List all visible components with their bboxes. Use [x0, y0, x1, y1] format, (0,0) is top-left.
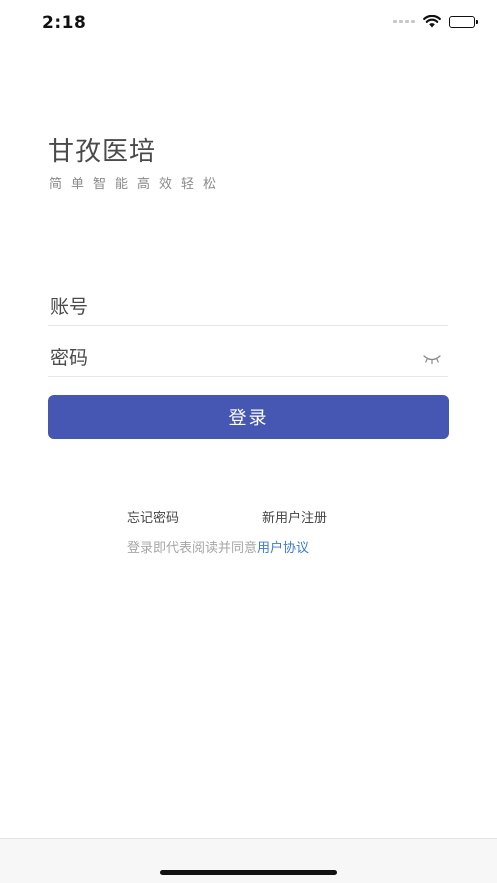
- password-field-container: [48, 340, 448, 377]
- register-link[interactable]: 新用户注册: [262, 507, 327, 526]
- signal-icon: [393, 20, 415, 23]
- app-subtitle: 简单智能高效轻松: [49, 177, 226, 192]
- app-title: 甘孜医培: [48, 137, 157, 167]
- username-input[interactable]: [48, 289, 410, 325]
- status-time: 2:18: [42, 13, 87, 33]
- status-icons: [393, 15, 478, 28]
- status-bar: 2:18: [0, 0, 497, 48]
- login-button[interactable]: 登录: [48, 395, 449, 439]
- forgot-password-link[interactable]: 忘记密码: [127, 507, 179, 526]
- home-indicator[interactable]: [160, 870, 337, 875]
- agreement-text: 登录即代表阅读并同意用户协议: [127, 537, 309, 556]
- password-input[interactable]: [48, 340, 410, 376]
- username-field-container: [48, 289, 448, 326]
- bottom-bar: [0, 838, 497, 883]
- wifi-icon: [423, 15, 441, 28]
- user-agreement-link[interactable]: 用户协议: [257, 541, 309, 556]
- agreement-prefix: 登录即代表阅读并同意: [127, 541, 258, 556]
- battery-icon: [449, 15, 478, 28]
- eye-closed-icon[interactable]: [422, 352, 442, 366]
